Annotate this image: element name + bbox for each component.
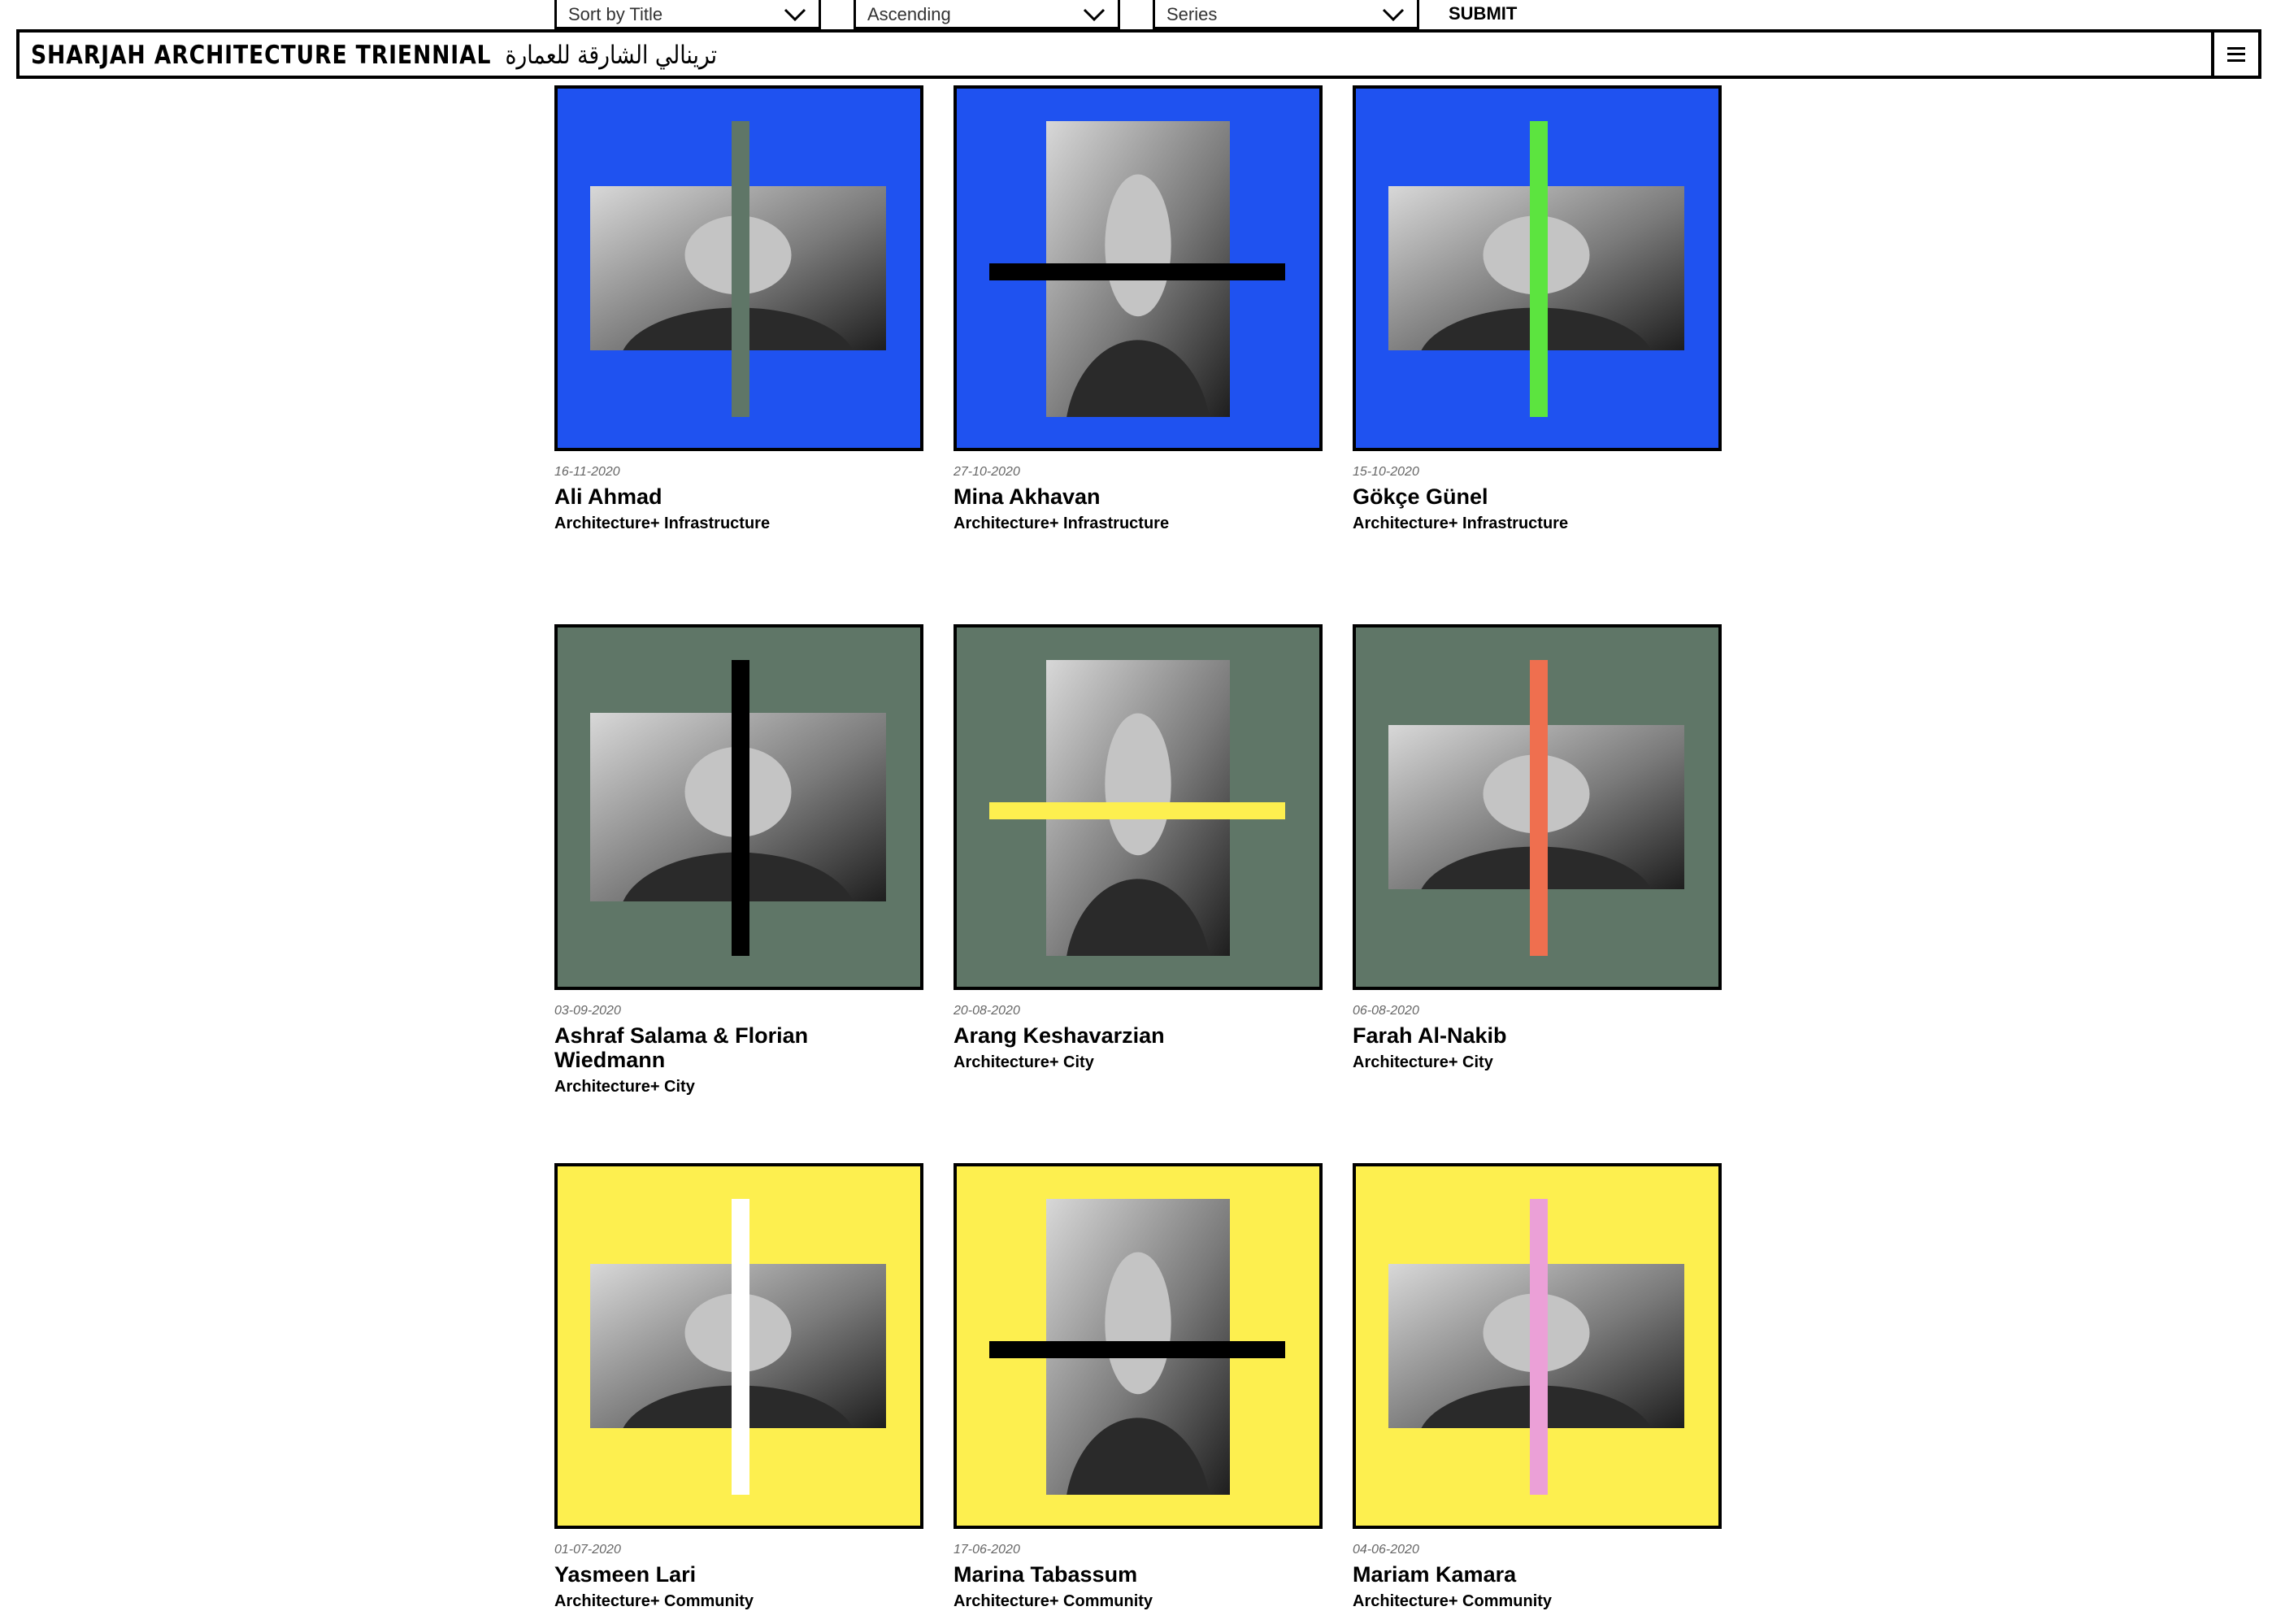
series-label: Architecture+ Community bbox=[954, 1592, 1153, 1610]
talk-date: 15-10-2020 bbox=[1353, 465, 1419, 479]
talk-card[interactable]: 06-08-2020 Farah Al-Nakib Architecture+ Ci… bbox=[1353, 624, 1722, 1072]
speaker-name[interactable]: Mina Akhavan bbox=[954, 484, 1323, 509]
series-label: Architecture+ City bbox=[554, 1078, 695, 1096]
order-select[interactable]: Ascending bbox=[854, 0, 1120, 29]
talk-date: 20-08-2020 bbox=[954, 1004, 1020, 1018]
speaker-name[interactable]: Ali Ahmad bbox=[554, 484, 923, 509]
sort-select-value: Sort by Title bbox=[568, 4, 663, 24]
submit-button[interactable]: SUBMIT bbox=[1449, 3, 1517, 24]
menu-button[interactable] bbox=[2211, 33, 2258, 76]
talk-date: 01-07-2020 bbox=[554, 1543, 621, 1557]
site-header: SHARJAH ARCHITECTURE TRIENNIAL ترينالي ا… bbox=[16, 29, 2261, 79]
logo-arabic: ترينالي الشارقة للعمارة bbox=[505, 41, 717, 70]
speaker-name[interactable]: Arang Keshavarzian bbox=[954, 1023, 1323, 1048]
series-label: Architecture+ Community bbox=[1353, 1592, 1553, 1610]
talk-thumbnail[interactable] bbox=[954, 85, 1323, 451]
series-label: Architecture+ Infrastructure bbox=[554, 515, 771, 532]
series-label: Architecture+ Community bbox=[554, 1592, 754, 1610]
speaker-name[interactable]: Mariam Kamara bbox=[1353, 1562, 1722, 1587]
order-select-value: Ascending bbox=[867, 4, 951, 24]
series-select-value: Series bbox=[1166, 4, 1218, 24]
talk-thumbnail[interactable] bbox=[1353, 85, 1722, 451]
speaker-name[interactable]: Yasmeen Lari bbox=[554, 1562, 923, 1587]
accent-stripe bbox=[1530, 660, 1548, 956]
accent-stripe bbox=[1530, 1199, 1548, 1495]
talk-card[interactable]: 27-10-2020 Mina Akhavan Architecture+ Infr… bbox=[954, 85, 1323, 533]
chevron-down-icon bbox=[784, 8, 806, 22]
chevron-down-icon bbox=[1382, 8, 1405, 22]
speaker-name[interactable]: Ashraf Salama & Florian Wiedmann bbox=[554, 1023, 923, 1072]
talk-thumbnail[interactable] bbox=[954, 1163, 1323, 1529]
accent-stripe bbox=[989, 1341, 1285, 1358]
sort-select[interactable]: Sort by Title bbox=[554, 0, 821, 29]
accent-stripe bbox=[732, 1199, 749, 1495]
speaker-name[interactable]: Gökçe Günel bbox=[1353, 484, 1722, 509]
talk-date: 04-06-2020 bbox=[1353, 1543, 1419, 1557]
talk-card[interactable]: 16-11-2020 Ali Ahmad Architecture+ Infrast… bbox=[554, 85, 923, 533]
talk-thumbnail[interactable] bbox=[554, 1163, 923, 1529]
site-logo[interactable]: SHARJAH ARCHITECTURE TRIENNIAL ترينالي ا… bbox=[31, 41, 717, 70]
series-label: Architecture+ City bbox=[954, 1053, 1094, 1071]
talk-card[interactable]: 15-10-2020 Gökçe Günel Architecture+ Infra… bbox=[1353, 85, 1722, 533]
accent-stripe bbox=[1530, 121, 1548, 417]
filter-bar: Sort by Title Ascending Series SUBMIT bbox=[0, 0, 2272, 31]
series-label: Architecture+ Infrastructure bbox=[1353, 515, 1569, 532]
chevron-down-icon bbox=[1083, 8, 1106, 22]
series-select[interactable]: Series bbox=[1153, 0, 1419, 29]
talk-date: 27-10-2020 bbox=[954, 465, 1020, 479]
talk-thumbnail[interactable] bbox=[554, 85, 923, 451]
talk-thumbnail[interactable] bbox=[954, 624, 1323, 990]
speaker-name[interactable]: Farah Al-Nakib bbox=[1353, 1023, 1722, 1048]
logo-english: SHARJAH ARCHITECTURE TRIENNIAL bbox=[31, 41, 492, 70]
accent-stripe bbox=[989, 263, 1285, 280]
talk-thumbnail[interactable] bbox=[554, 624, 923, 990]
hamburger-icon bbox=[2227, 46, 2245, 62]
talk-date: 17-06-2020 bbox=[954, 1543, 1020, 1557]
talk-card[interactable]: 01-07-2020 Yasmeen Lari Architecture+ Comm… bbox=[554, 1163, 923, 1611]
series-label: Architecture+ Infrastructure bbox=[954, 515, 1170, 532]
talk-date: 03-09-2020 bbox=[554, 1004, 621, 1018]
talk-date: 16-11-2020 bbox=[554, 465, 620, 479]
talk-date: 06-08-2020 bbox=[1353, 1004, 1419, 1018]
series-label: Architecture+ City bbox=[1353, 1053, 1493, 1071]
talk-card[interactable]: 03-09-2020 Ashraf Salama & Florian Wiedma… bbox=[554, 624, 923, 1096]
speaker-name[interactable]: Marina Tabassum bbox=[954, 1562, 1323, 1587]
accent-stripe bbox=[989, 802, 1285, 819]
talk-card[interactable]: 04-06-2020 Mariam Kamara Architecture+ Com… bbox=[1353, 1163, 1722, 1611]
accent-stripe bbox=[732, 121, 749, 417]
talk-thumbnail[interactable] bbox=[1353, 624, 1722, 990]
talk-card[interactable]: 17-06-2020 Marina Tabassum Architecture+ C… bbox=[954, 1163, 1323, 1611]
talk-card[interactable]: 20-08-2020 Arang Keshavarzian Architecture… bbox=[954, 624, 1323, 1072]
talk-thumbnail[interactable] bbox=[1353, 1163, 1722, 1529]
accent-stripe bbox=[732, 660, 749, 956]
